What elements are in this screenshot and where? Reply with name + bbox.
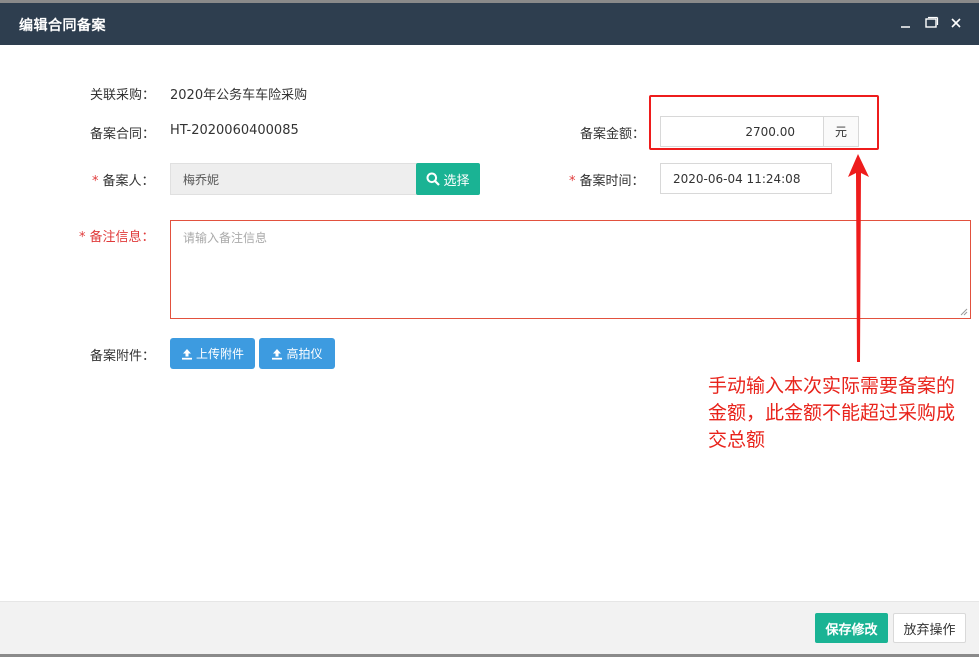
required-mark: * — [569, 174, 576, 189]
cancel-button[interactable]: 放弃操作 — [893, 613, 966, 643]
dialog-footer: 保存修改 放弃操作 — [0, 601, 979, 654]
required-mark: * — [92, 174, 99, 189]
save-button[interactable]: 保存修改 — [815, 613, 888, 643]
form-body: 关联采购： 2020年公务车车险采购 备案合同： HT-202006040008… — [0, 45, 979, 601]
person-label: * 备案人： — [92, 174, 155, 189]
required-mark: * — [79, 230, 86, 245]
amount-label: 备案金额： — [580, 127, 646, 142]
related-purchase-value: 2020年公务车车险采购 — [170, 88, 308, 103]
upload-icon — [272, 348, 283, 360]
maximize-icon[interactable] — [922, 14, 940, 32]
attachment-label: 备案附件： — [90, 349, 156, 364]
annotation-arrow — [848, 154, 869, 362]
dialog-titlebar: 编辑合同备案 — [0, 3, 979, 45]
time-input[interactable]: 2020-06-04 11:24:08 — [660, 163, 832, 194]
dialog-title: 编辑合同备案 — [19, 18, 106, 34]
person-value: 梅乔妮 — [183, 172, 220, 187]
upload-attachment-button[interactable]: 上传附件 — [170, 338, 255, 369]
edit-contract-filing-dialog: 编辑合同备案 关联采购： 2020年公务车车险采购 备案合同： HT-20200… — [0, 3, 979, 654]
remark-placeholder: 请输入备注信息 — [183, 231, 268, 245]
search-icon — [426, 172, 441, 186]
resize-grip-icon[interactable] — [960, 308, 968, 316]
remark-label: * 备注信息： — [79, 230, 155, 245]
annotation-note: 手动输入本次实际需要备案的金额，此金额不能超过采购成交总额 — [708, 375, 956, 451]
scanner-label: 高拍仪 — [286, 347, 323, 361]
contract-value: HT-2020060400085 — [170, 123, 299, 138]
person-input: 梅乔妮 — [170, 163, 418, 195]
scanner-button[interactable]: 高拍仪 — [259, 338, 335, 369]
minimize-icon[interactable] — [897, 14, 915, 32]
related-purchase-label: 关联采购： — [90, 88, 156, 103]
amount-highlight-box — [649, 95, 879, 150]
close-icon[interactable] — [947, 14, 965, 32]
time-value: 2020-06-04 11:24:08 — [673, 171, 801, 186]
contract-label: 备案合同： — [90, 127, 156, 142]
select-person-button[interactable]: 选择 — [416, 163, 480, 195]
time-label: * 备案时间： — [569, 174, 645, 189]
select-person-label: 选择 — [443, 173, 470, 189]
upload-attachment-label: 上传附件 — [195, 347, 244, 361]
upload-icon — [181, 348, 192, 360]
